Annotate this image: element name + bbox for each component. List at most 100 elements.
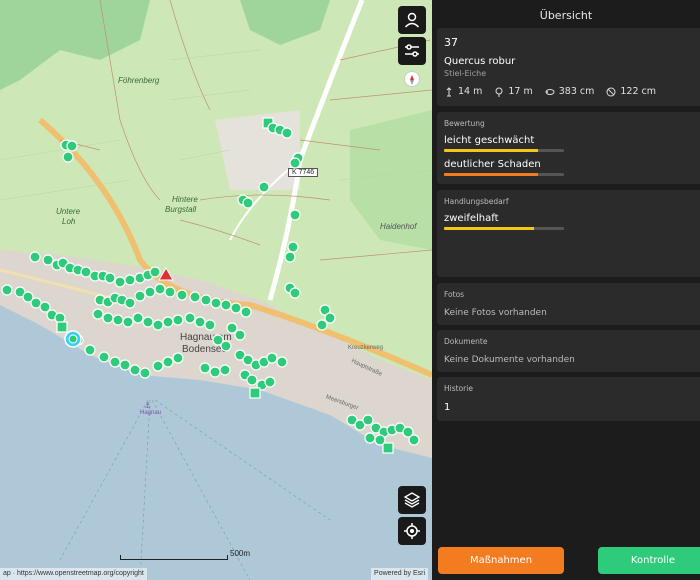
tree-marker[interactable] xyxy=(194,316,206,328)
tree-summary-card: 37 Quercus robur Stiel-Eiche 14 m 17 m 3… xyxy=(437,28,700,106)
tree-marker[interactable] xyxy=(172,314,184,326)
tree-marker[interactable] xyxy=(199,362,211,374)
tree-marker[interactable] xyxy=(132,312,144,324)
tree-icon xyxy=(495,87,503,97)
height-arrow-icon xyxy=(446,86,452,96)
tree-marker[interactable] xyxy=(287,241,299,253)
layers-button[interactable] xyxy=(398,486,426,514)
tree-marker[interactable] xyxy=(364,432,376,444)
tree-marker[interactable] xyxy=(289,157,301,169)
tree-marker[interactable] xyxy=(152,319,164,331)
tree-marker[interactable] xyxy=(112,314,124,326)
tree-marker[interactable] xyxy=(92,308,104,320)
map-view[interactable]: ⚓ Hagnau am Bodensee Hintere Burgstall F… xyxy=(0,0,432,580)
tree-marker[interactable] xyxy=(104,272,116,284)
tree-marker[interactable] xyxy=(242,197,254,209)
control-button[interactable]: Kontrolle xyxy=(598,547,700,574)
tree-marker[interactable] xyxy=(362,414,374,426)
tree-marker[interactable] xyxy=(176,289,188,301)
tree-id: 37 xyxy=(444,36,458,49)
tree-marker[interactable] xyxy=(162,356,174,368)
tree-marker[interactable] xyxy=(184,312,196,324)
photos-placeholder: Keine Fotos vorhanden xyxy=(444,308,547,318)
tree-marker[interactable] xyxy=(240,306,252,318)
tree-marker[interactable] xyxy=(172,352,184,364)
tree-marker[interactable] xyxy=(204,319,216,331)
tree-marker[interactable] xyxy=(1,284,13,296)
need-fill xyxy=(444,227,534,230)
measures-button[interactable]: Maßnahmen xyxy=(438,547,564,574)
rating-item: leicht geschwächt xyxy=(444,135,564,152)
tree-marker[interactable] xyxy=(29,251,41,263)
tree-marker[interactable] xyxy=(164,286,176,298)
locate-button[interactable] xyxy=(398,517,426,545)
tree-marker[interactable] xyxy=(134,290,146,302)
history-card[interactable]: Historie 1 xyxy=(437,377,700,421)
filter-button[interactable] xyxy=(398,37,426,65)
tree-marker[interactable] xyxy=(119,359,131,371)
map-powered-by: Powered by Esri xyxy=(371,568,428,580)
compass-icon[interactable] xyxy=(405,72,419,86)
tree-marker[interactable] xyxy=(220,340,232,352)
tree-marker[interactable] xyxy=(124,297,136,309)
tree-marker[interactable] xyxy=(102,312,114,324)
tree-marker[interactable] xyxy=(316,319,328,331)
tree-marker[interactable] xyxy=(162,316,174,328)
tree-marker[interactable] xyxy=(109,356,121,368)
tree-marker[interactable] xyxy=(266,352,278,364)
action-need-card[interactable]: Handlungsbedarf zweifelhaft xyxy=(437,190,700,277)
user-button[interactable] xyxy=(398,6,426,34)
tree-marker[interactable] xyxy=(62,151,74,163)
tree-marker[interactable] xyxy=(284,251,296,263)
map-attribution[interactable]: ap · https://www.openstreetmap.org/copyr… xyxy=(0,568,147,580)
diameter-icon xyxy=(606,87,616,96)
tree-marker[interactable] xyxy=(276,356,288,368)
tree-marker[interactable] xyxy=(220,299,232,311)
need-item: zweifelhaft xyxy=(444,213,564,230)
tree-marker[interactable] xyxy=(200,294,212,306)
tree-marker[interactable] xyxy=(139,367,151,379)
tree-marker[interactable] xyxy=(230,302,242,314)
tree-marker[interactable] xyxy=(210,297,222,309)
tree-marker[interactable] xyxy=(124,274,136,286)
tree-marker[interactable] xyxy=(129,364,141,376)
tree-marker[interactable] xyxy=(84,344,96,356)
tree-marker[interactable] xyxy=(39,301,51,313)
need-bar xyxy=(444,227,564,230)
tree-marker[interactable] xyxy=(289,209,301,221)
tree-marker[interactable] xyxy=(142,316,154,328)
alert-marker[interactable] xyxy=(158,267,174,281)
rating-label: deutlicher Schaden xyxy=(444,159,541,170)
tree-marker[interactable] xyxy=(281,127,293,139)
tree-marker[interactable] xyxy=(289,287,301,299)
tree-marker[interactable] xyxy=(98,351,110,363)
tree-marker[interactable] xyxy=(149,266,161,278)
tree-marker[interactable] xyxy=(122,316,134,328)
rating-fill xyxy=(444,149,538,152)
tree-marker[interactable] xyxy=(144,286,156,298)
documents-card[interactable]: Dokumente Keine Dokumente vorhanden xyxy=(437,330,700,372)
tree-marker[interactable] xyxy=(234,329,246,341)
tree-marker[interactable] xyxy=(114,276,126,288)
metric-circumference: 383 cm xyxy=(545,86,594,97)
tree-marker[interactable] xyxy=(66,140,78,152)
tree-marker[interactable] xyxy=(258,181,270,193)
tree-marker[interactable] xyxy=(382,442,394,454)
tree-marker[interactable] xyxy=(189,291,201,303)
tree-marker[interactable] xyxy=(209,366,221,378)
circumference-icon xyxy=(545,88,555,95)
tree-marker[interactable] xyxy=(152,360,164,372)
tree-marker[interactable] xyxy=(246,374,258,386)
rating-card[interactable]: Bewertung leicht geschwächt deutlicher S… xyxy=(437,112,700,184)
tree-marker[interactable] xyxy=(249,387,261,399)
tree-marker[interactable] xyxy=(226,322,238,334)
tree-marker[interactable] xyxy=(42,254,54,266)
tree-marker[interactable] xyxy=(408,434,420,446)
tree-marker[interactable] xyxy=(154,283,166,295)
photos-card[interactable]: Fotos Keine Fotos vorhanden xyxy=(437,283,700,325)
tree-marker[interactable] xyxy=(56,321,68,333)
tree-marker[interactable] xyxy=(219,364,231,376)
tree-marker[interactable] xyxy=(264,376,276,388)
tree-marker[interactable] xyxy=(324,312,336,324)
tree-marker[interactable] xyxy=(374,434,386,446)
